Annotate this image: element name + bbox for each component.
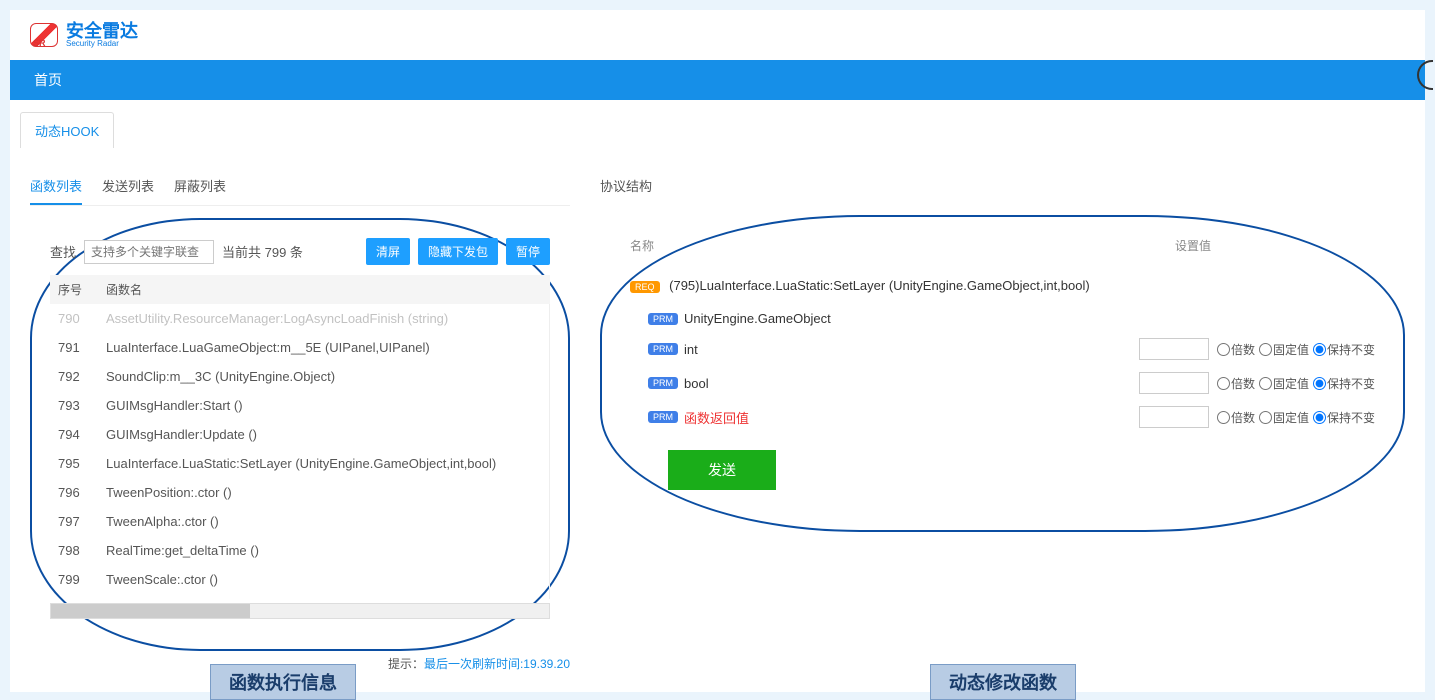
caption-right: 动态修改函数 — [930, 664, 1076, 700]
search-label: 查找 — [50, 242, 76, 261]
pause-button[interactable]: 暂停 — [506, 238, 550, 265]
tab-func-list[interactable]: 函数列表 — [30, 168, 82, 205]
hint-link[interactable]: 最后一次刷新时间:19.39.20 — [424, 657, 570, 671]
protocol-title: 协议结构 — [600, 168, 1405, 203]
caption-left: 函数执行信息 — [210, 664, 356, 700]
radio-multiply[interactable]: 倍数 — [1217, 375, 1255, 392]
selected-function: REQ (795)LuaInterface.LuaStatic:SetLayer… — [630, 278, 1375, 293]
right-column: 协议结构 名称 设置值 REQ (795)LuaInterface.LuaSta… — [600, 168, 1405, 672]
col-name: 函数名 — [98, 281, 542, 298]
brand-logo-icon — [30, 23, 58, 47]
param-value-input[interactable] — [1139, 406, 1209, 428]
radio-multiply[interactable]: 倍数 — [1217, 409, 1255, 426]
count-text: 当前共 799 条 — [222, 242, 358, 261]
send-button[interactable]: 发送 — [668, 450, 776, 490]
param-row: PRM int 倍数 固定值 保持不变 — [630, 332, 1375, 366]
table-header: 序号 函数名 — [50, 275, 550, 304]
left-column: 函数列表 发送列表 屏蔽列表 查找 当前共 799 条 清屏 隐藏下发包 暂停 … — [30, 168, 570, 672]
list-item[interactable]: 792SoundClip:m__3C (UnityEngine.Object) — [50, 362, 549, 391]
func-title: (795)LuaInterface.LuaStatic:SetLayer (Un… — [669, 278, 1090, 293]
list-item[interactable]: 796TweenPosition:.ctor () — [50, 478, 549, 507]
param-label: bool — [684, 376, 1139, 391]
return-label: 函数返回值 — [684, 408, 1139, 427]
list-item[interactable]: 799TweenScale:.ctor () — [50, 565, 549, 594]
clear-button[interactable]: 清屏 — [366, 238, 410, 265]
req-badge-icon: REQ — [630, 281, 660, 293]
param-row: PRM bool 倍数 固定值 保持不变 — [630, 366, 1375, 400]
radio-group: 倍数 固定值 保持不变 — [1217, 375, 1375, 392]
list-item[interactable]: 798RealTime:get_deltaTime () — [50, 536, 549, 565]
func-list[interactable]: 790AssetUtility.ResourceManager:LogAsync… — [50, 304, 550, 599]
hint-prefix: 提示： — [388, 657, 424, 671]
subtab-row: 动态HOOK — [10, 100, 1425, 148]
radio-keep[interactable]: 保持不变 — [1313, 409, 1375, 426]
header: 安全雷达 Security Radar — [10, 10, 1425, 60]
col-val-label: 设置值 — [1175, 237, 1375, 254]
radio-fixed[interactable]: 固定值 — [1259, 375, 1309, 392]
param-row: PRM UnityEngine.GameObject — [630, 305, 1375, 332]
list-item[interactable]: 793GUIMsgHandler:Start () — [50, 391, 549, 420]
param-value-input[interactable] — [1139, 338, 1209, 360]
prm-badge-icon: PRM — [648, 411, 678, 423]
list-item[interactable]: 791LuaInterface.LuaGameObject:m__5E (UIP… — [50, 333, 549, 362]
detail-header: 名称 设置值 — [630, 237, 1375, 254]
list-item[interactable]: 794GUIMsgHandler:Update () — [50, 420, 549, 449]
prm-badge-icon: PRM — [648, 377, 678, 389]
col-name-label: 名称 — [630, 237, 1175, 254]
col-seq: 序号 — [58, 281, 98, 298]
radio-group: 倍数 固定值 保持不变 — [1217, 409, 1375, 426]
radio-fixed[interactable]: 固定值 — [1259, 409, 1309, 426]
search-row: 查找 当前共 799 条 清屏 隐藏下发包 暂停 — [50, 238, 550, 265]
radio-keep[interactable]: 保持不变 — [1313, 341, 1375, 358]
tab-dynamic-hook[interactable]: 动态HOOK — [20, 112, 114, 148]
nav-bar: 首页 — [10, 60, 1425, 100]
prm-badge-icon: PRM — [648, 343, 678, 355]
list-item[interactable]: 795LuaInterface.LuaStatic:SetLayer (Unit… — [50, 449, 549, 478]
radio-group: 倍数 固定值 保持不变 — [1217, 341, 1375, 358]
param-label: UnityEngine.GameObject — [684, 311, 1375, 326]
scrollbar-thumb[interactable] — [51, 604, 250, 618]
horizontal-scrollbar[interactable] — [50, 603, 550, 619]
radio-keep[interactable]: 保持不变 — [1313, 375, 1375, 392]
param-value-input[interactable] — [1139, 372, 1209, 394]
radio-multiply[interactable]: 倍数 — [1217, 341, 1255, 358]
tab-send-list[interactable]: 发送列表 — [102, 168, 154, 205]
param-label: int — [684, 342, 1139, 357]
list-item[interactable]: 797TweenAlpha:.ctor () — [50, 507, 549, 536]
left-tabs: 函数列表 发送列表 屏蔽列表 — [30, 168, 570, 206]
nav-home[interactable]: 首页 — [34, 72, 62, 88]
hide-button[interactable]: 隐藏下发包 — [418, 238, 498, 265]
list-item[interactable]: 790AssetUtility.ResourceManager:LogAsync… — [50, 304, 549, 333]
detail-panel: 名称 设置值 REQ (795)LuaInterface.LuaStatic:S… — [600, 215, 1405, 532]
radio-fixed[interactable]: 固定值 — [1259, 341, 1309, 358]
content: 函数列表 发送列表 屏蔽列表 查找 当前共 799 条 清屏 隐藏下发包 暂停 … — [10, 148, 1425, 692]
func-list-panel: 查找 当前共 799 条 清屏 隐藏下发包 暂停 序号 函数名 790Asset… — [30, 218, 570, 651]
param-row: PRM 函数返回值 倍数 固定值 保持不变 — [630, 400, 1375, 434]
brand-title: 安全雷达 — [66, 21, 138, 41]
search-input[interactable] — [84, 240, 214, 264]
prm-badge-icon: PRM — [648, 313, 678, 325]
tab-block-list[interactable]: 屏蔽列表 — [174, 168, 226, 205]
